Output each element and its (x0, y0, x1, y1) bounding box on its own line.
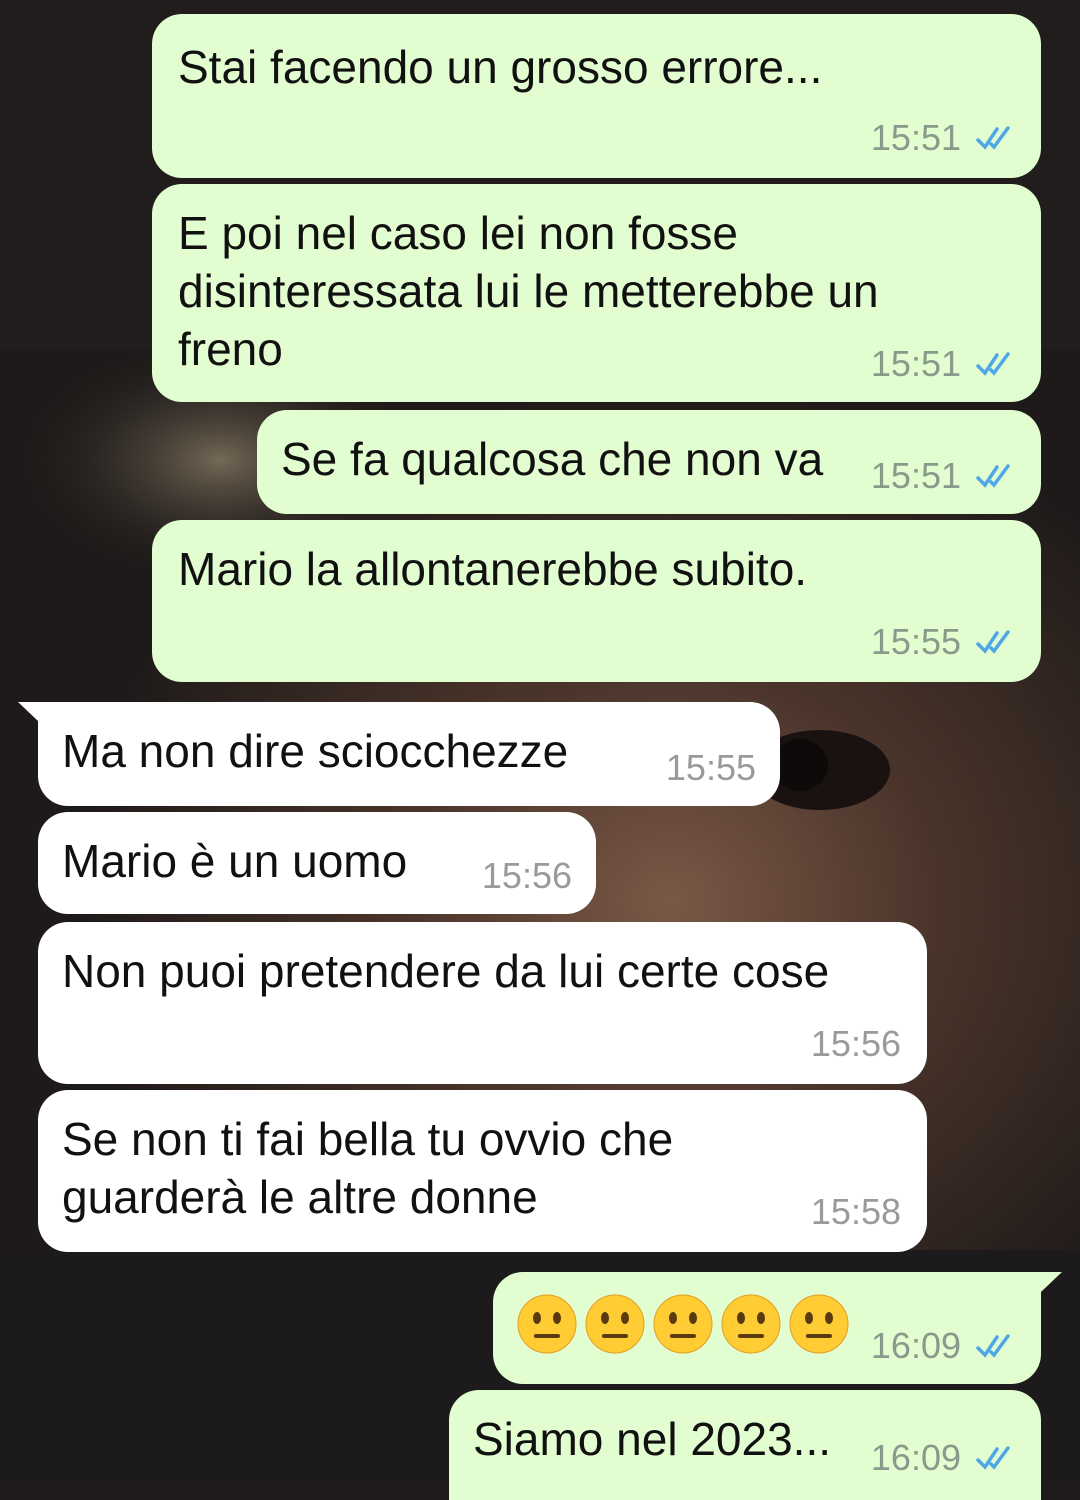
message-time: 16:09 (870, 1437, 961, 1478)
emoji-row (517, 1294, 849, 1354)
double-check-icon (976, 630, 1010, 654)
neutral-face-emoji (585, 1294, 645, 1354)
message-text: E poi nel caso lei non fosse disinteress… (178, 207, 879, 375)
message-time: 15:56 (810, 1023, 901, 1064)
message-meta: 15:51 (871, 118, 1017, 158)
message-bubble-incoming[interactable]: Ma non dire sciocchezze 15:55 (38, 702, 780, 806)
message-meta: 15:55 (871, 622, 1017, 662)
message-meta: 16:09 (871, 1326, 1017, 1366)
message-time: 15:51 (870, 117, 961, 158)
double-check-icon (976, 1334, 1010, 1358)
message-text: Mario la allontanerebbe subito. (178, 543, 808, 595)
message-meta: 15:56 (811, 1024, 901, 1064)
message-text: Siamo nel 2023... (473, 1413, 832, 1465)
message-bubble-incoming[interactable]: Se non ti fai bella tu ovvio che guarder… (38, 1090, 927, 1252)
message-meta: 15:58 (811, 1192, 901, 1232)
message-time: 15:55 (665, 747, 756, 788)
message-text: Stai facendo un grosso errore... (178, 41, 823, 93)
double-check-icon (976, 464, 1010, 488)
message-meta: 16:09 (871, 1438, 1017, 1478)
message-meta: 15:55 (666, 748, 756, 788)
message-text: Se fa qualcosa che non va (281, 433, 824, 485)
neutral-face-emoji (653, 1294, 713, 1354)
message-time: 15:56 (481, 855, 572, 896)
message-text: Non puoi pretendere da lui certe cose (62, 945, 830, 997)
message-bubble-outgoing[interactable]: Siamo nel 2023... 16:09 (449, 1390, 1041, 1500)
message-bubble-outgoing[interactable]: 16:09 (493, 1272, 1041, 1384)
message-time: 16:09 (870, 1325, 961, 1366)
message-meta: 15:51 (871, 456, 1017, 496)
message-time: 15:51 (870, 343, 961, 384)
message-bubble-outgoing[interactable]: Stai facendo un grosso errore... 15:51 (152, 14, 1041, 178)
message-meta: 15:51 (871, 344, 1017, 384)
message-time: 15:58 (810, 1191, 901, 1232)
message-time: 15:51 (870, 455, 961, 496)
message-bubble-outgoing[interactable]: E poi nel caso lei non fosse disinteress… (152, 184, 1041, 402)
message-bubble-outgoing[interactable]: Se fa qualcosa che non va 15:51 (257, 410, 1041, 514)
message-text: Se non ti fai bella tu ovvio che guarder… (62, 1113, 674, 1223)
double-check-icon (976, 126, 1010, 150)
message-bubble-outgoing[interactable]: Mario la allontanerebbe subito. 15:55 (152, 520, 1041, 682)
message-meta: 15:56 (482, 856, 572, 896)
message-text: Mario è un uomo (62, 835, 408, 887)
neutral-face-emoji (517, 1294, 577, 1354)
message-bubble-incoming[interactable]: Mario è un uomo 15:56 (38, 812, 596, 914)
double-check-icon (976, 352, 1010, 376)
message-time: 15:55 (870, 621, 961, 662)
message-bubble-incoming[interactable]: Non puoi pretendere da lui certe cose 15… (38, 922, 927, 1084)
neutral-face-emoji (789, 1294, 849, 1354)
double-check-icon (976, 1446, 1010, 1470)
neutral-face-emoji (721, 1294, 781, 1354)
message-text: Ma non dire sciocchezze (62, 725, 569, 777)
